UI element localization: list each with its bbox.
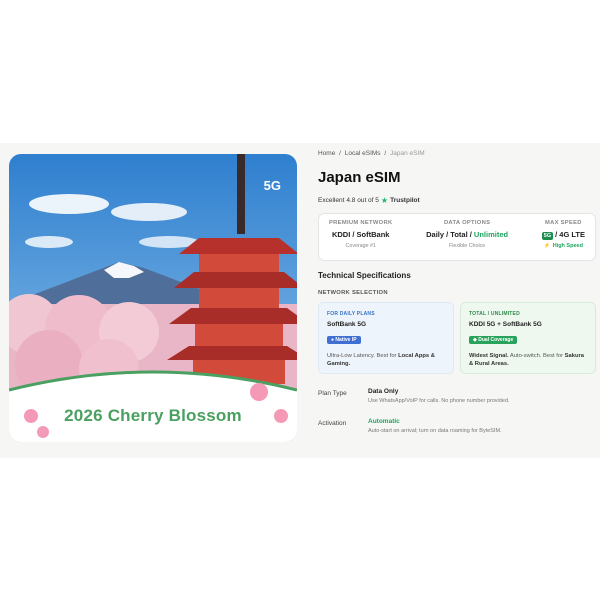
detail-row-plan-type: Plan Type Data Only Use WhatsApp/VoIP fo… bbox=[318, 384, 596, 414]
5g-tag: 5G bbox=[541, 232, 554, 240]
detail-key: Plan Type bbox=[318, 390, 347, 397]
option-total-desc-plain: Auto-switch. Best for bbox=[508, 353, 565, 359]
option-daily-header: FOR DAILY PLANS bbox=[327, 311, 375, 317]
network-option-total[interactable]: TOTAL / UNLIMITED KDDI 5G + SoftBank 5G … bbox=[460, 302, 596, 374]
option-total-header: TOTAL / UNLIMITED bbox=[469, 311, 520, 317]
hero-caption: 2026 Cherry Blossom bbox=[64, 406, 242, 425]
japan-flag-icon: ● bbox=[331, 337, 335, 343]
rating[interactable]: Excellent 4.8 out of 5 ★ Trustpilot bbox=[318, 196, 596, 205]
5g-badge: 5G bbox=[263, 178, 281, 193]
rating-score: 4.8 out of 5 bbox=[346, 197, 379, 204]
detail-value: Automatic Auto-start on arrival; turn on… bbox=[368, 414, 596, 444]
spec-speed-lte: / 4G LTE bbox=[555, 230, 585, 239]
spec-speed-sub-text: High Speed bbox=[552, 243, 583, 249]
spec-speed-value: 5G/ 4G LTE bbox=[541, 230, 585, 240]
japan-scene-illustration bbox=[9, 154, 297, 442]
spec-data-sub: Flexible Choice bbox=[449, 243, 486, 249]
detail-key: Activation bbox=[318, 420, 347, 427]
option-daily-desc-plain: Ultra-Low Latency. Best for bbox=[327, 353, 399, 359]
network-selection-label: NETWORK SELECTION bbox=[318, 290, 388, 296]
detail-sub: Use WhatsApp/VoIP for calls. No phone nu… bbox=[368, 398, 510, 404]
detail-value: Data Only Use WhatsApp/VoIP for calls. N… bbox=[368, 384, 596, 414]
detail-sub: Auto-start on arrival; turn on data roam… bbox=[368, 428, 502, 434]
detail-row-activation: Activation Automatic Auto-start on arriv… bbox=[318, 414, 596, 444]
spec-network-sub: Coverage #1 bbox=[345, 243, 376, 249]
details-list: Plan Type Data Only Use WhatsApp/VoIP fo… bbox=[318, 384, 596, 444]
detail-main: Data Only bbox=[368, 388, 399, 395]
lightning-icon: ⚡ bbox=[543, 243, 551, 249]
native-ip-badge-text: Native IP bbox=[335, 337, 357, 343]
option-daily-title: SoftBank 5G bbox=[327, 321, 367, 328]
breadcrumb-separator: / bbox=[339, 150, 341, 157]
signal-icon: ◆ bbox=[473, 337, 477, 343]
page-title: Japan eSIM bbox=[318, 169, 401, 186]
tech-specs-title: Technical Specifications bbox=[318, 271, 411, 280]
breadcrumb-local-esims[interactable]: Local eSIMs bbox=[345, 150, 381, 157]
spec-network-header: PREMIUM NETWORK bbox=[329, 220, 393, 226]
breadcrumb: Home / Local eSIMs / Japan eSIM bbox=[318, 150, 596, 157]
spec-speed: MAX SPEED 5G/ 4G LTE ⚡ High Speed bbox=[541, 220, 585, 254]
option-total-title: KDDI 5G + SoftBank 5G bbox=[469, 321, 542, 328]
detail-main: Automatic bbox=[368, 418, 400, 425]
trustpilot-star-icon: ★ bbox=[380, 196, 389, 205]
dual-coverage-badge-text: Dual Coverage bbox=[478, 337, 514, 343]
spec-summary-card: PREMIUM NETWORK KDDI / SoftBank Coverage… bbox=[318, 213, 596, 261]
network-options: FOR DAILY PLANS SoftBank 5G ● Native IP … bbox=[318, 302, 596, 374]
spec-data-value-unlimited: Unlimited bbox=[473, 230, 509, 239]
dual-coverage-badge: ◆ Dual Coverage bbox=[469, 336, 518, 344]
option-total-desc: Widest Signal. Auto-switch. Best for Sak… bbox=[469, 352, 587, 369]
spec-data-header: DATA OPTIONS bbox=[443, 220, 491, 226]
spec-data: DATA OPTIONS Daily / Total / Unlimited F… bbox=[426, 220, 508, 254]
native-ip-badge: ● Native IP bbox=[327, 336, 361, 344]
option-daily-desc: Ultra-Low Latency. Best for Local Apps &… bbox=[327, 352, 445, 369]
spec-data-value-part1: Daily / Total / bbox=[426, 230, 474, 239]
rating-label: Excellent bbox=[318, 197, 345, 204]
product-details: Home / Local eSIMs / Japan eSIM Japan eS… bbox=[318, 150, 596, 444]
breadcrumb-separator: / bbox=[384, 150, 387, 157]
product-image: 5G 2026 Cherry Blossom bbox=[9, 154, 297, 442]
spec-speed-header: MAX SPEED bbox=[544, 220, 582, 226]
spec-network: PREMIUM NETWORK KDDI / SoftBank Coverage… bbox=[329, 220, 392, 254]
spec-data-value: Daily / Total / Unlimited bbox=[426, 230, 508, 239]
breadcrumb-current: Japan eSIM bbox=[390, 150, 425, 157]
spec-speed-sub: ⚡ High Speed bbox=[544, 243, 583, 249]
spec-network-value: KDDI / SoftBank bbox=[331, 230, 390, 239]
trustpilot-brand: Trustpilot bbox=[390, 197, 420, 204]
option-total-desc-bold1: Widest Signal. bbox=[469, 353, 509, 359]
network-option-daily[interactable]: FOR DAILY PLANS SoftBank 5G ● Native IP … bbox=[318, 302, 454, 374]
breadcrumb-home[interactable]: Home bbox=[318, 150, 335, 157]
